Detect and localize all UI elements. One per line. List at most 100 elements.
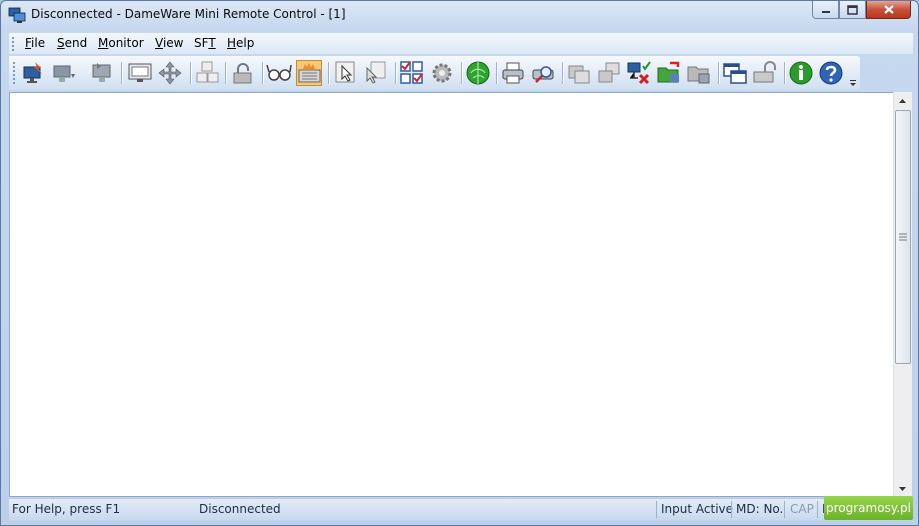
- status-help-text: For Help, press F1: [12, 502, 121, 516]
- refresh-button[interactable]: [89, 60, 115, 86]
- minimize-button[interactable]: [812, 1, 839, 19]
- remote-pointer-icon: [366, 61, 386, 84]
- menu-view[interactable]: View: [155, 36, 183, 50]
- pointer-icon: [335, 61, 355, 83]
- gear-icon: [432, 63, 452, 83]
- scroll-up-button[interactable]: [894, 92, 911, 109]
- info-button[interactable]: [788, 60, 814, 86]
- main-window: Disconnected - DameWare Mini Remote Cont…: [0, 0, 919, 526]
- status-connection: Disconnected: [199, 502, 281, 516]
- scroll-down-button[interactable]: [894, 480, 911, 497]
- copy-remote-button[interactable]: [566, 60, 592, 86]
- window-button[interactable]: [722, 60, 748, 86]
- minimize-icon: [821, 10, 830, 13]
- watermark-badge: programosy.pl: [824, 496, 913, 520]
- monitor-button[interactable]: [127, 60, 153, 86]
- maximize-icon: [847, 4, 858, 15]
- keyboard-lock-icon: [753, 61, 776, 83]
- move-button[interactable]: [157, 60, 183, 86]
- scroll-thumb[interactable]: [895, 110, 911, 364]
- keyboard-icon: [298, 63, 321, 83]
- scroll-grip-icon: [899, 233, 907, 241]
- scroll-up-icon: [899, 98, 906, 103]
- status-bar: For Help, press F1 Disconnected Input Ac…: [9, 499, 912, 520]
- globe-button[interactable]: [465, 60, 491, 86]
- help-icon: [819, 61, 843, 85]
- view-only-button[interactable]: [266, 60, 292, 86]
- toolbar-separator: [461, 62, 463, 84]
- info-icon: [789, 61, 813, 85]
- move-icon: [158, 61, 182, 85]
- help-button[interactable]: [818, 60, 844, 86]
- print-preview-icon: [532, 66, 554, 83]
- toolbar-separator: [225, 62, 227, 84]
- view-only-icon: [266, 64, 292, 81]
- remote-pointer-button[interactable]: [363, 60, 389, 86]
- menu-monitor[interactable]: Monitor: [98, 36, 144, 50]
- toolbar-separator: [562, 62, 564, 84]
- send-keys-icon: [196, 61, 219, 83]
- window-title: Disconnected - DameWare Mini Remote Cont…: [31, 7, 346, 21]
- globe-icon: [466, 61, 490, 85]
- keyboard-button[interactable]: [296, 60, 322, 86]
- status-md: MD: No.: [736, 502, 784, 516]
- settings-checklist-button[interactable]: [399, 60, 425, 86]
- disconnect-network-button[interactable]: [626, 60, 652, 86]
- toolbar-separator: [496, 62, 498, 84]
- title-bar: Disconnected - DameWare Mini Remote Cont…: [1, 1, 918, 29]
- lock-workstation-button[interactable]: [230, 60, 256, 86]
- menu-help[interactable]: Help: [227, 36, 254, 50]
- toolbar-separator: [121, 62, 123, 84]
- send-keys-button[interactable]: [194, 60, 220, 86]
- print-button[interactable]: [500, 60, 526, 86]
- toolbar-separator: [784, 62, 786, 84]
- toolbar-separator: [395, 62, 397, 84]
- caption-buttons: [812, 1, 911, 21]
- maximize-button[interactable]: [839, 1, 866, 19]
- file-transfer-button[interactable]: [656, 60, 682, 86]
- status-separator: [784, 501, 785, 518]
- disconnect-network-icon: [627, 61, 651, 85]
- remote-display-area[interactable]: [9, 92, 912, 497]
- status-cap: CAP: [790, 502, 814, 516]
- toolbar-separator: [328, 62, 330, 84]
- folder-button[interactable]: [686, 60, 712, 86]
- folder-icon: [687, 66, 710, 84]
- menu-sft[interactable]: SFT: [194, 36, 216, 50]
- app-icon: [8, 7, 26, 23]
- paste-remote-button[interactable]: [596, 60, 622, 86]
- menu-send[interactable]: Send: [57, 36, 87, 50]
- pointer-button[interactable]: [333, 60, 359, 86]
- refresh-icon: [92, 63, 111, 82]
- window-icon: [723, 63, 747, 84]
- toolbar-grip[interactable]: [13, 62, 18, 84]
- disconnect-icon: [53, 65, 75, 82]
- close-icon: [883, 5, 894, 14]
- scroll-down-icon: [899, 486, 906, 491]
- gear-button[interactable]: [429, 60, 455, 86]
- menu-bar: File Send Monitor View SFT Help: [9, 33, 913, 54]
- settings-checklist-icon: [400, 61, 423, 84]
- file-transfer-icon: [657, 61, 680, 83]
- status-input: Input Active: [661, 502, 734, 516]
- vertical-scrollbar[interactable]: [893, 92, 912, 497]
- print-icon: [502, 62, 524, 84]
- toolbar-overflow-icon[interactable]: [849, 79, 857, 87]
- status-separator: [817, 501, 818, 518]
- toolbar-separator: [718, 62, 720, 84]
- print-preview-button[interactable]: [530, 60, 556, 86]
- toolbar-separator: [262, 62, 264, 84]
- disconnect-button[interactable]: [51, 60, 77, 86]
- menu-file[interactable]: File: [25, 36, 45, 50]
- lock-workstation-icon: [233, 63, 252, 84]
- status-separator: [731, 501, 732, 518]
- toolbar: [9, 56, 860, 90]
- menu-grip[interactable]: [12, 37, 17, 51]
- copy-remote-icon: [568, 65, 590, 84]
- keyboard-lock-button[interactable]: [752, 60, 778, 86]
- monitor-icon: [128, 63, 152, 82]
- close-button[interactable]: [866, 1, 911, 19]
- connect-icon: [23, 62, 42, 83]
- status-separator: [656, 501, 657, 518]
- connect-button[interactable]: [21, 60, 47, 86]
